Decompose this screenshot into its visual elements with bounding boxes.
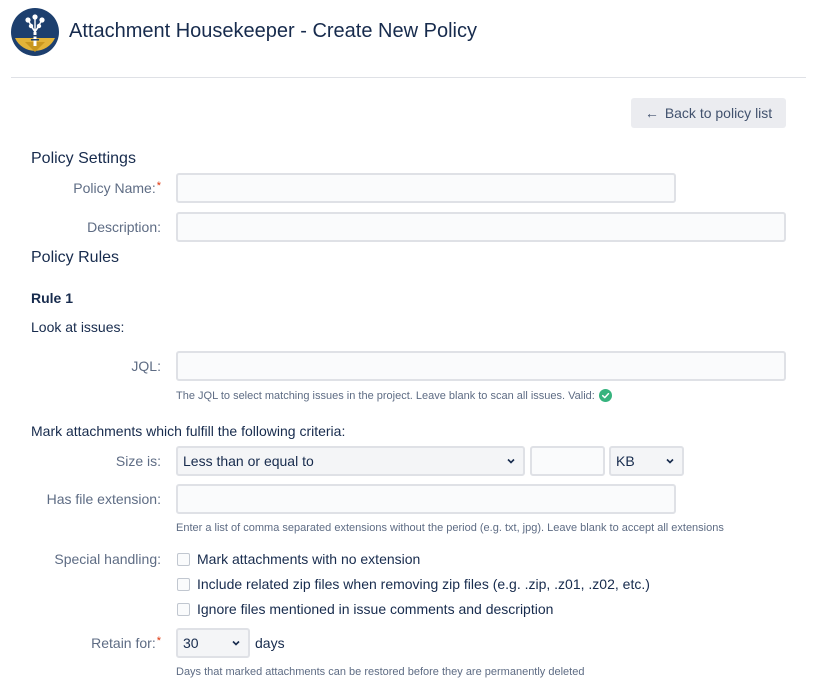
no-extension-option[interactable]: Mark attachments with no extension [177, 551, 420, 567]
policy-name-input[interactable] [176, 173, 676, 203]
arrow-left-icon: ← [644, 105, 659, 121]
app-logo-icon [11, 8, 59, 56]
chevron-down-icon [666, 458, 674, 464]
chevron-down-icon [232, 640, 240, 646]
related-zip-checkbox[interactable] [177, 577, 190, 591]
size-operator-select[interactable]: Less than or equal to [176, 446, 525, 476]
rule-title: Rule 1 [31, 290, 74, 306]
option-label: Mark attachments with no extension [197, 551, 421, 567]
header-divider [11, 77, 806, 78]
page-title: Attachment Housekeeper - Create New Poli… [69, 20, 477, 42]
look-at-issues-text: Look at issues: [31, 319, 125, 335]
policy-settings-heading: Policy Settings [31, 150, 136, 167]
size-operator-value: Less than or equal to [183, 453, 314, 469]
size-value-input[interactable] [530, 446, 605, 476]
option-label: Ignore files mentioned in issue comments… [197, 601, 554, 617]
file-extension-label: Has file extension: [46, 491, 161, 507]
description-input[interactable] [176, 212, 786, 242]
valid-check-icon [598, 389, 612, 402]
required-marker: * [156, 180, 161, 192]
size-label: Size is: [115, 453, 161, 469]
description-label: Description: [87, 219, 161, 235]
back-button-label: Back to policy list [664, 105, 773, 121]
option-label: Include related zip files when removing … [197, 576, 650, 592]
jql-label: JQL: [131, 358, 161, 374]
special-handling-label: Special handling: [54, 551, 161, 567]
size-unit-value: KB [616, 453, 635, 469]
chevron-down-icon [507, 458, 515, 464]
back-to-policy-list-button[interactable]: ← Back to policy list [631, 98, 786, 128]
ignore-mentioned-files-checkbox[interactable] [177, 602, 190, 616]
retain-for-label: Retain for:* [91, 635, 161, 651]
retain-days-value: 30 [183, 635, 199, 651]
file-extension-help-text: Enter a list of comma separated extensio… [176, 522, 724, 534]
policy-rules-heading: Policy Rules [31, 249, 120, 266]
page-header: Attachment Housekeeper - Create New Poli… [0, 0, 814, 78]
policy-name-label: Policy Name:* [73, 180, 161, 196]
required-marker: * [156, 635, 161, 647]
jql-help-text: The JQL to select matching issues in the… [176, 389, 612, 402]
retain-help-text: Days that marked attachments can be rest… [176, 666, 585, 678]
no-extension-checkbox[interactable] [177, 552, 190, 566]
file-extension-input[interactable] [176, 484, 676, 514]
retain-days-select[interactable]: 30 [176, 628, 250, 658]
retain-unit-text: days [255, 635, 285, 651]
size-unit-select[interactable]: KB [609, 446, 684, 476]
ignore-mentioned-files-option[interactable]: Ignore files mentioned in issue comments… [177, 601, 553, 617]
jql-input[interactable] [176, 351, 786, 381]
related-zip-option[interactable]: Include related zip files when removing … [177, 576, 650, 592]
criteria-text: Mark attachments which fulfill the follo… [31, 423, 346, 439]
